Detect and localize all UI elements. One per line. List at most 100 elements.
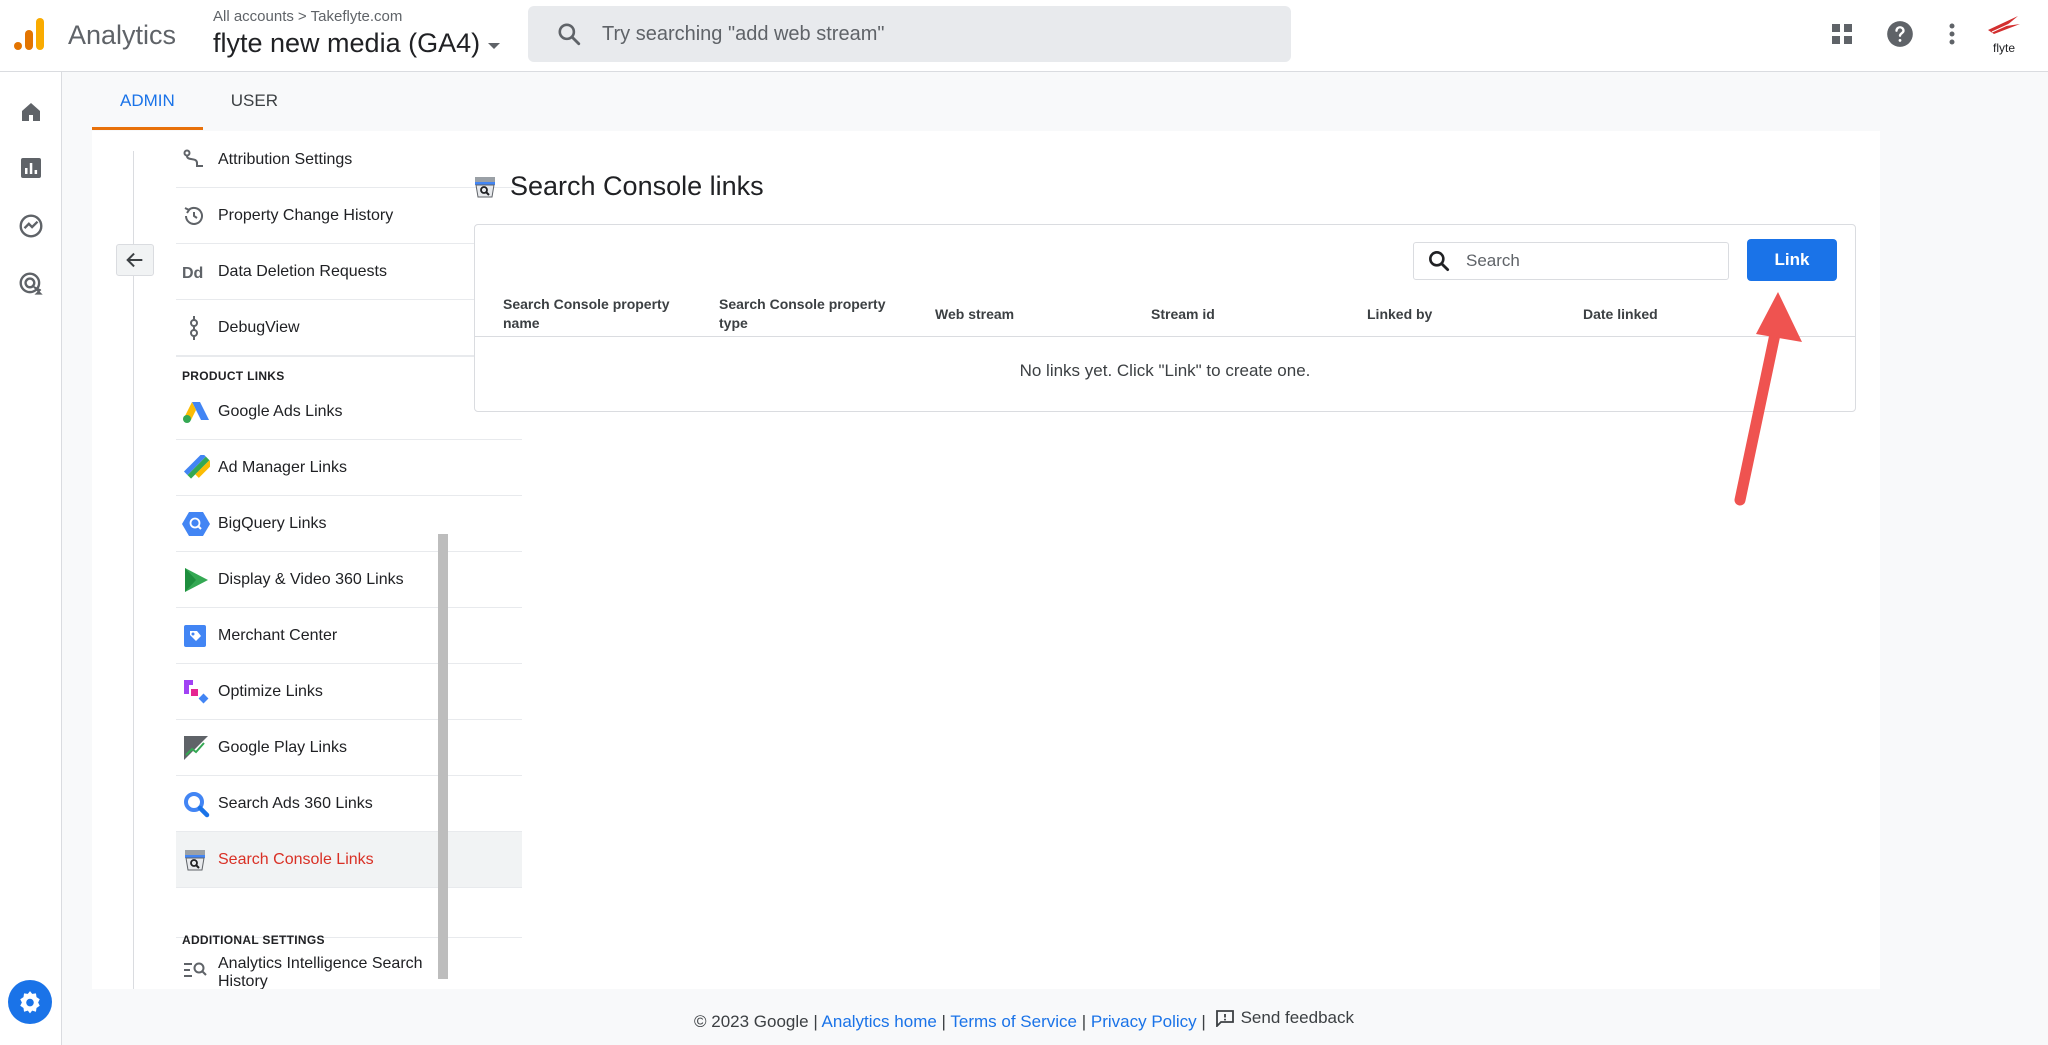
tab-admin[interactable]: ADMIN (92, 72, 203, 130)
search-icon (558, 23, 581, 46)
apps-grid-icon[interactable] (1826, 18, 1858, 50)
divider (176, 356, 522, 357)
history-icon (176, 201, 218, 231)
merchant-center-icon (176, 621, 218, 651)
nav-label: Property Change History (218, 206, 394, 224)
search-ads-icon (176, 789, 218, 819)
product-links-heading: PRODUCT LINKS (182, 369, 285, 383)
advertising-icon[interactable] (15, 268, 47, 300)
column-header-linked-by[interactable]: Linked by (1367, 291, 1537, 337)
sidebar-scrollbar[interactable] (438, 534, 448, 979)
breadcrumb-root[interactable]: All accounts (213, 8, 294, 25)
breadcrumb-account[interactable]: Takeflyte.com (311, 8, 403, 25)
tab-user[interactable]: USER (203, 72, 306, 130)
search-icon (1429, 251, 1450, 272)
property-name: flyte new media (GA4) (213, 28, 481, 58)
admin-content-panel: Attribution Settings Property Change His… (92, 131, 1880, 989)
home-icon[interactable] (15, 96, 47, 128)
additional-settings-heading: ADDITIONAL SETTINGS (182, 933, 325, 947)
flyte-logo-icon (1988, 16, 2020, 34)
nav-item-bigquery-links[interactable]: BigQuery Links (176, 496, 522, 552)
page-title: Search Console links (510, 171, 764, 201)
table-search-input[interactable] (1466, 251, 1706, 271)
nav-label: Search Console Links (218, 850, 374, 868)
column-header-web-stream[interactable]: Web stream (935, 291, 1105, 337)
left-nav-rail (0, 72, 62, 1045)
terms-of-service-link[interactable]: Terms of Service (950, 1012, 1077, 1031)
nav-item-data-deletion-requests[interactable]: Dd Data Deletion Requests (176, 244, 522, 300)
reports-icon[interactable] (15, 152, 47, 184)
global-search-bar[interactable] (528, 6, 1291, 62)
send-feedback-link[interactable]: Send feedback (1211, 1008, 1354, 1028)
search-console-icon (475, 176, 495, 197)
help-icon[interactable] (1884, 18, 1916, 50)
top-app-bar: Analytics All accounts > Takeflyte.com fly… (0, 0, 2048, 72)
feedback-icon (1215, 1010, 1234, 1027)
nav-label: Search Ads 360 Links (218, 794, 373, 812)
arrow-back-icon (126, 252, 143, 268)
copyright-text: © 2023 Google | (693, 1012, 818, 1031)
nav-label: Data Deletion Requests (218, 262, 387, 280)
nav-item-analytics-intelligence-search-history[interactable]: Analytics Intelligence Search History (176, 951, 522, 989)
footer-separator: | (1201, 1012, 1206, 1031)
admin-user-tabs: ADMIN USER (92, 72, 306, 130)
nav-label: Display & Video 360 Links (218, 570, 404, 588)
analytics-home-link[interactable]: Analytics home (822, 1012, 937, 1031)
ad-manager-icon (176, 453, 218, 483)
nav-label: Optimize Links (218, 682, 323, 700)
nav-label: Attribution Settings (218, 150, 353, 168)
nav-label: Google Play Links (218, 738, 347, 756)
more-vert-icon[interactable] (1936, 18, 1968, 50)
debug-icon (176, 313, 218, 343)
display-video-icon (176, 565, 218, 595)
global-search-input[interactable] (602, 22, 1202, 46)
optimize-icon (176, 677, 218, 707)
analytics-logo-icon (14, 18, 44, 50)
nav-item-ad-manager-links[interactable]: Ad Manager Links (176, 440, 522, 496)
nav-item-attribution-settings[interactable]: Attribution Settings (176, 132, 522, 188)
column-header-date-linked[interactable]: Date linked (1583, 291, 1753, 337)
nav-item-google-ads-links[interactable]: Google Ads Links (176, 384, 522, 440)
dropdown-caret-icon (488, 42, 501, 49)
explore-icon[interactable] (15, 210, 47, 242)
nav-item-debugview[interactable]: DebugView (176, 300, 522, 356)
bigquery-icon (176, 509, 218, 539)
column-divider (133, 151, 134, 989)
send-feedback-label: Send feedback (1240, 1008, 1354, 1027)
links-table-card: Link Search Console property name Search… (474, 224, 1856, 412)
google-ads-icon (176, 397, 218, 427)
property-selector[interactable]: flyte new media (GA4) (213, 28, 501, 59)
nav-label: Ad Manager Links (218, 458, 347, 476)
account-avatar[interactable]: flyte (1984, 12, 2024, 56)
intelligence-search-icon (176, 955, 218, 985)
nav-item-property-change-history[interactable]: Property Change History (176, 188, 522, 244)
page-header: Search Console links (472, 171, 764, 202)
nav-item-display-video-360-links[interactable]: Display & Video 360 Links (176, 552, 522, 608)
footer-separator: | (1081, 1012, 1087, 1031)
column-header-property-name[interactable]: Search Console property name (503, 291, 673, 337)
nav-label: Merchant Center (218, 626, 338, 644)
brand-text: flyte (1992, 41, 2015, 55)
nav-item-optimize-links[interactable]: Optimize Links (176, 664, 522, 720)
table-search-box[interactable] (1413, 242, 1729, 280)
page-footer: © 2023 Google | Analytics home | Terms o… (0, 1008, 2048, 1032)
app-name: Analytics (68, 20, 177, 50)
collapse-back-button[interactable] (116, 244, 154, 276)
svg-text:Dd: Dd (182, 265, 203, 282)
nav-label: Google Ads Links (218, 402, 343, 420)
column-header-property-type[interactable]: Search Console property type (719, 291, 889, 337)
nav-item-google-play-links[interactable]: Google Play Links (176, 720, 522, 776)
search-console-icon (176, 845, 218, 875)
column-header-stream-id[interactable]: Stream id (1151, 291, 1321, 337)
privacy-policy-link[interactable]: Privacy Policy (1091, 1012, 1197, 1031)
breadcrumb[interactable]: All accounts > Takeflyte.com (213, 8, 402, 25)
attribution-icon (176, 145, 218, 175)
nav-item-search-console-links[interactable]: Search Console Links (176, 832, 522, 888)
data-deletion-icon: Dd (176, 257, 218, 287)
table-header: Search Console property name Search Cons… (475, 291, 1855, 337)
nav-item-merchant-center[interactable]: Merchant Center (176, 608, 522, 664)
nav-label: Analytics Intelligence Search History (218, 955, 423, 989)
nav-item-search-ads-360-links[interactable]: Search Ads 360 Links (176, 776, 522, 832)
footer-separator: | (941, 1012, 946, 1031)
link-button[interactable]: Link (1747, 239, 1837, 281)
